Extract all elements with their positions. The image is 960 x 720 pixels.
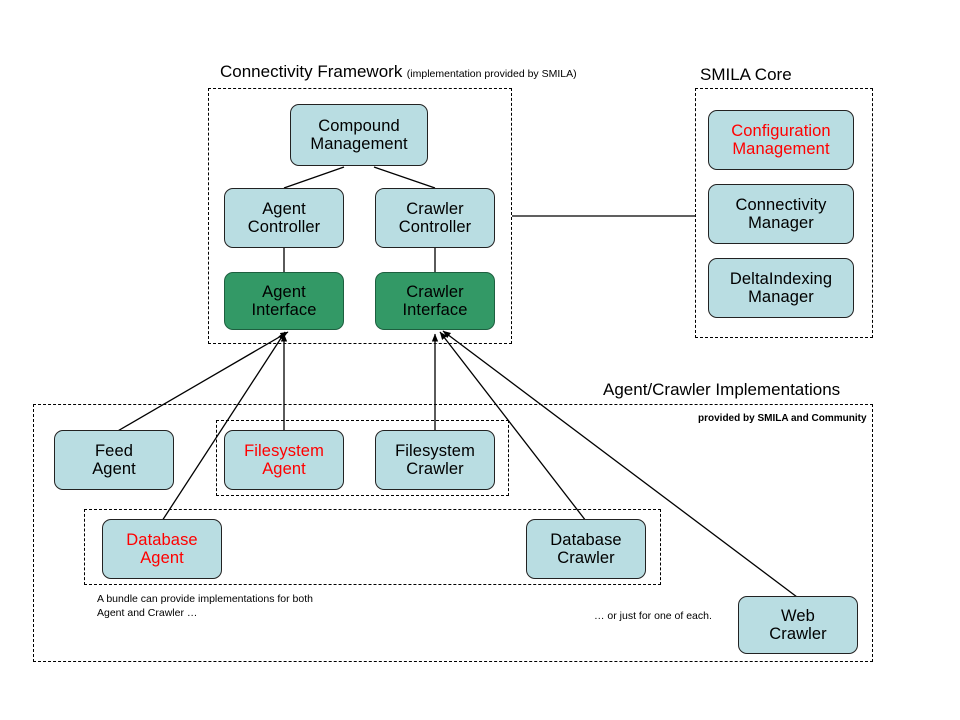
node-agent-controller[interactable]: Agent Controller: [224, 188, 344, 248]
node-database-crawler-label: Database Crawler: [550, 530, 622, 567]
connectivity-framework-title: Connectivity Framework (implementation p…: [220, 62, 577, 82]
node-web-crawler[interactable]: Web Crawler: [738, 596, 858, 654]
smila-core-title: SMILA Core: [700, 65, 792, 85]
note-bundle-one: … or just for one of each.: [594, 610, 712, 622]
connectivity-framework-title-main: Connectivity Framework: [220, 62, 403, 81]
node-filesystem-agent[interactable]: Filesystem Agent: [224, 430, 344, 490]
node-connectivity-manager[interactable]: Connectivity Manager: [708, 184, 854, 244]
node-configuration-management-label: Configuration Management: [731, 121, 831, 158]
note-bundle-both: A bundle can provide implementations for…: [97, 593, 313, 620]
node-crawler-interface[interactable]: Crawler Interface: [375, 272, 495, 330]
node-compound-management[interactable]: Compound Management: [290, 104, 428, 166]
implementations-title-main: Agent/Crawler Implementations: [603, 380, 841, 399]
node-filesystem-crawler[interactable]: Filesystem Crawler: [375, 430, 495, 490]
node-agent-interface[interactable]: Agent Interface: [224, 272, 344, 330]
node-configuration-management[interactable]: Configuration Management: [708, 110, 854, 170]
node-compound-management-label: Compound Management: [310, 116, 408, 153]
node-filesystem-agent-label: Filesystem Agent: [244, 441, 324, 478]
connectivity-framework-title-sub: (implementation provided by SMILA): [406, 68, 577, 80]
node-connectivity-manager-label: Connectivity Manager: [735, 195, 827, 232]
smila-core-title-main: SMILA Core: [700, 65, 792, 84]
node-database-crawler[interactable]: Database Crawler: [526, 519, 646, 579]
architecture-diagram: Connectivity Framework (implementation p…: [0, 0, 960, 720]
implementations-title: Agent/Crawler Implementations: [603, 380, 840, 400]
node-deltaindexing-manager[interactable]: DeltaIndexing Manager: [708, 258, 854, 318]
node-database-agent-label: Database Agent: [126, 530, 198, 567]
node-agent-controller-label: Agent Controller: [247, 199, 321, 236]
node-database-agent[interactable]: Database Agent: [102, 519, 222, 579]
implementations-subtitle: provided by SMILA and Community: [698, 413, 867, 424]
node-web-crawler-label: Web Crawler: [769, 606, 827, 643]
node-crawler-controller-label: Crawler Controller: [398, 199, 472, 236]
node-feed-agent[interactable]: Feed Agent: [54, 430, 174, 490]
node-crawler-interface-label: Crawler Interface: [402, 282, 468, 319]
node-crawler-controller[interactable]: Crawler Controller: [375, 188, 495, 248]
node-agent-interface-label: Agent Interface: [251, 282, 317, 319]
node-feed-agent-label: Feed Agent: [92, 441, 136, 478]
node-deltaindexing-manager-label: DeltaIndexing Manager: [729, 269, 833, 306]
node-filesystem-crawler-label: Filesystem Crawler: [395, 441, 475, 478]
